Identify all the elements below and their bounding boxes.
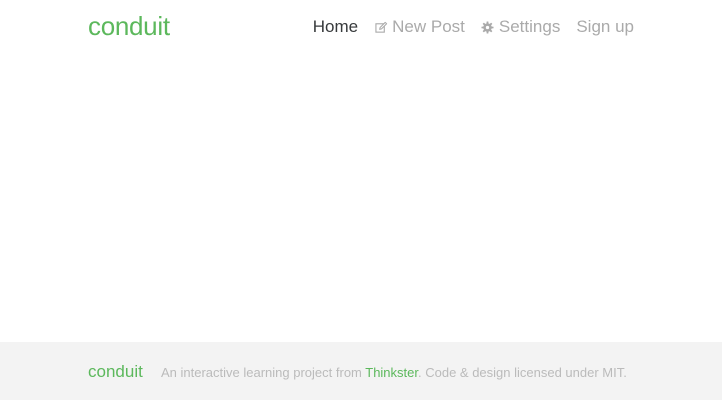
nav-item-sign-up[interactable]: Sign up [576, 16, 634, 38]
nav-item-label: New Post [392, 17, 465, 36]
nav-item-label: Sign up [576, 17, 634, 36]
footer-logo[interactable]: conduit [88, 361, 143, 383]
nav-item-label: Settings [498, 17, 561, 36]
thinkster-link[interactable]: Thinkster [365, 365, 418, 380]
brand-logo[interactable]: conduit [88, 10, 170, 42]
gear-icon [481, 20, 495, 34]
attribution-prefix: An interactive learning project from [161, 365, 366, 380]
nav-item-home[interactable]: Home [313, 16, 358, 38]
nav-item-label: Home [312, 17, 359, 36]
navbar: conduit Home New Post Settings Sign up [0, 0, 722, 54]
footer-attribution: An interactive learning project from Thi… [161, 364, 627, 382]
attribution-suffix: . Code & design licensed under MIT. [418, 365, 627, 380]
nav-item-new-post[interactable]: New Post [374, 16, 465, 38]
page: conduit Home New Post Settings Sign up c… [0, 0, 722, 400]
nav-menu: Home New Post Settings Sign up [313, 16, 634, 38]
nav-item-settings[interactable]: Settings [481, 16, 560, 38]
footer: conduit An interactive learning project … [0, 342, 722, 400]
edit-icon [374, 20, 388, 34]
